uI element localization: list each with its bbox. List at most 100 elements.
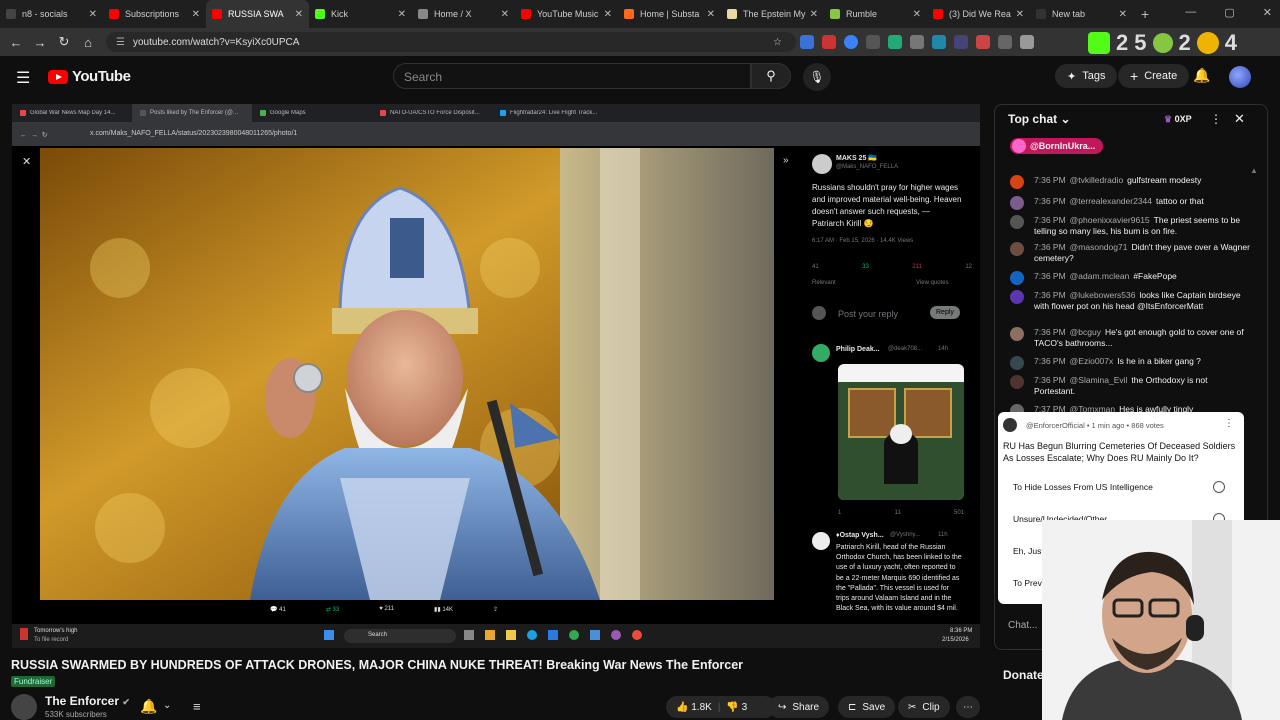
extension-icon[interactable] — [866, 35, 880, 49]
chat-author[interactable]: @bcguy — [1070, 327, 1101, 337]
tab-close-icon[interactable]: ✕ — [501, 9, 509, 20]
extension-icon[interactable] — [998, 35, 1012, 49]
bookmark-star-icon[interactable]: ☆ — [773, 37, 782, 48]
bell-icon[interactable]: 🔔 — [1193, 67, 1210, 84]
tab-close-icon[interactable]: ✕ — [810, 9, 818, 20]
tab-close-icon[interactable]: ✕ — [707, 9, 715, 20]
tab-close-icon[interactable]: ✕ — [913, 9, 921, 20]
chat-message[interactable]: 7:36 PM @tvkilledradio gulfstream modesty — [1010, 175, 1250, 189]
dislike-button[interactable]: 👎 3 — [726, 702, 747, 713]
more-actions-button[interactable]: ⋯ — [956, 696, 980, 718]
tab-close-icon[interactable]: ✕ — [1016, 9, 1024, 20]
extension-icon[interactable] — [888, 35, 902, 49]
channel-avatar[interactable] — [11, 694, 37, 720]
chat-mode-dropdown[interactable]: Top chat ⌄ — [1008, 112, 1071, 126]
extension-icon[interactable] — [910, 35, 924, 49]
kick-extension-icon[interactable] — [1088, 32, 1110, 54]
chat-message[interactable]: 7:36 PM @bcguy He's got enough gold to cov… — [1010, 327, 1250, 349]
clip-button[interactable]: ✂ Clip — [898, 696, 950, 718]
browser-tab[interactable]: Kick ✕ — [309, 0, 412, 28]
browser-tab[interactable]: Rumble ✕ — [824, 0, 927, 28]
extension-icon[interactable] — [932, 35, 946, 49]
tab-close-icon[interactable]: ✕ — [1119, 9, 1127, 20]
poll-option-1[interactable]: To Hide Losses From US Intelligence — [1013, 482, 1153, 492]
extension-face-icon[interactable] — [1196, 32, 1219, 54]
new-tab-button[interactable]: + — [1141, 6, 1149, 22]
maximize-icon[interactable]: ▢ — [1224, 6, 1234, 19]
bell-subscribe-icon[interactable]: 🔔 — [140, 698, 157, 715]
chat-author[interactable]: @masondog71 — [1070, 242, 1128, 252]
chat-message[interactable]: 7:36 PM @Ezio007x Is he in a biker gang ? — [1010, 356, 1250, 370]
browser-tab[interactable]: n8 - socials ✕ — [0, 0, 103, 28]
tab-close-icon[interactable]: ✕ — [398, 9, 406, 20]
extension-icon[interactable] — [822, 35, 836, 49]
home-icon[interactable]: ⌂ — [76, 35, 100, 50]
chat-message[interactable]: 7:36 PM @masondog71 Didn't they pave over … — [1010, 242, 1250, 264]
points-badge[interactable]: ♛ 0XP — [1164, 114, 1192, 125]
chat-author[interactable]: @Slamina_Evil — [1070, 375, 1128, 385]
chat-menu-icon[interactable]: ⋮ — [1210, 112, 1222, 126]
browser-tab[interactable]: New tab ✕ — [1030, 0, 1133, 28]
chat-author[interactable]: @phoenixxavier9615 — [1070, 215, 1150, 225]
like-button[interactable]: 👍 1.8K — [676, 702, 712, 713]
extension-icon[interactable] — [1020, 35, 1034, 49]
browser-tab[interactable]: Subscriptions ✕ — [103, 0, 206, 28]
chat-author[interactable]: @Tomxman — [1070, 404, 1115, 412]
forward-icon[interactable]: → — [28, 35, 52, 50]
save-button[interactable]: ⊏ Save — [838, 696, 896, 718]
poll-option-3[interactable]: Eh, Just — [1013, 546, 1044, 556]
tags-button[interactable]: ✦ Tags — [1055, 64, 1118, 88]
address-bar[interactable]: ☰ youtube.com/watch?v=KsyiXc0UPCA ☆ — [106, 32, 796, 52]
chat-input[interactable]: Chat... — [1008, 620, 1037, 631]
browser-tab[interactable]: The Epstein My ✕ — [721, 0, 824, 28]
hamburger-icon[interactable]: ☰ — [16, 68, 30, 88]
voice-search-button[interactable]: 🎙 — [803, 63, 831, 91]
tab-close-icon[interactable]: ✕ — [89, 9, 97, 20]
chevron-down-icon[interactable]: ⌄ — [163, 700, 171, 711]
chat-author[interactable]: @lukebowers536 — [1070, 290, 1136, 300]
fundraiser-badge[interactable]: Fundraiser — [11, 676, 56, 687]
chat-author[interactable]: @terrealexander2344 — [1070, 196, 1152, 206]
close-chat-icon[interactable]: ✕ — [1234, 111, 1245, 127]
rumble-extension-icon[interactable] — [1152, 33, 1173, 53]
chat-author[interactable]: @adam.mclean — [1070, 271, 1130, 281]
poll-radio-1[interactable] — [1213, 481, 1225, 493]
channel-name[interactable]: The Enforcer ✔ — [45, 694, 130, 708]
site-info-icon[interactable]: ☰ — [116, 37, 125, 48]
chat-author[interactable]: @Ezio007x — [1070, 356, 1114, 366]
close-icon[interactable]: ✕ — [1263, 6, 1272, 19]
extension-icon[interactable] — [954, 35, 968, 49]
back-icon[interactable]: ← — [4, 35, 28, 50]
poll-menu-icon[interactable]: ⋮ — [1224, 418, 1234, 429]
browser-tab[interactable]: (3) Did We Rea ✕ — [927, 0, 1030, 28]
account-avatar[interactable] — [1229, 66, 1251, 88]
search-input[interactable]: Search — [393, 63, 751, 89]
browser-tab[interactable]: YouTube Music ✕ — [515, 0, 618, 28]
reload-icon[interactable]: ↻ — [52, 34, 76, 50]
chat-message[interactable]: 7:36 PM @terrealexander2344 tattoo or that — [1010, 196, 1250, 210]
youtube-logo[interactable]: YouTube — [48, 68, 131, 85]
chat-message[interactable]: 7:36 PM @lukebowers536 looks like Captain … — [1010, 290, 1250, 312]
browser-tab[interactable]: RUSSIA SWA ✕ — [206, 0, 309, 28]
browser-tab[interactable]: Home / X ✕ — [412, 0, 515, 28]
browser-tab[interactable]: Home | Substa ✕ — [618, 0, 721, 28]
minimize-icon[interactable]: — — [1185, 6, 1196, 19]
extension-icon[interactable] — [844, 35, 858, 49]
chat-message[interactable]: 7:36 PM @phoenixxavier9615 The priest seem… — [1010, 215, 1250, 237]
create-button[interactable]: + Create — [1118, 64, 1190, 88]
tab-close-icon[interactable]: ✕ — [604, 9, 612, 20]
donate-button[interactable]: Donate — [1003, 668, 1044, 682]
playlist-add-icon[interactable]: ≡ — [193, 699, 201, 714]
tab-close-icon[interactable]: ✕ — [192, 9, 200, 20]
scroll-up-icon[interactable]: ▲ — [1250, 166, 1258, 175]
poll-option-4[interactable]: To Prev — [1013, 578, 1042, 588]
share-button[interactable]: ↪ Share — [768, 696, 830, 718]
extension-icon[interactable] — [800, 35, 814, 49]
search-button[interactable]: ⚲ — [751, 63, 791, 89]
chat-message[interactable]: 7:37 PM @Tomxman Hes is awfully tingly — [1010, 404, 1250, 412]
chat-message[interactable]: 7:36 PM @adam.mclean #FakePope — [1010, 271, 1250, 285]
chat-author[interactable]: @tvkilledradio — [1070, 175, 1124, 185]
chat-message[interactable]: 7:36 PM @Slamina_Evil the Orthodoxy is not… — [1010, 375, 1250, 397]
extension-icon[interactable] — [976, 35, 990, 49]
tab-close-icon[interactable]: ✕ — [295, 9, 303, 20]
